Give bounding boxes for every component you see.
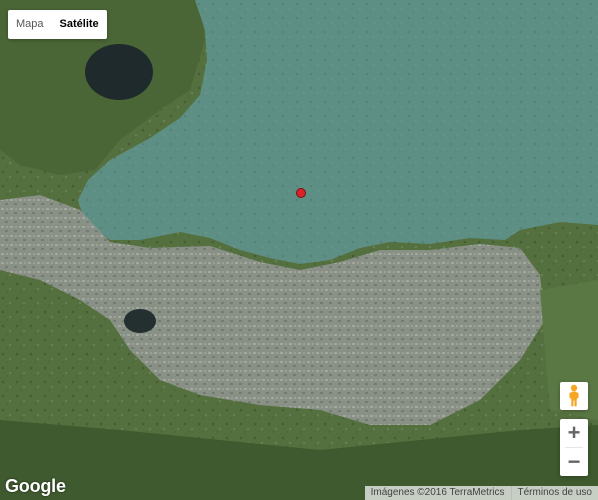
- attribution-bar: Imágenes ©2016 TerraMetrics Términos de …: [364, 486, 598, 500]
- terms-link[interactable]: Términos de uso: [511, 486, 598, 500]
- map-view[interactable]: Mapa Satélite + − Google Imágenes ©2016 …: [0, 0, 598, 500]
- crater-lake: [85, 44, 153, 100]
- imagery-attribution: Imágenes ©2016 TerraMetrics: [364, 486, 511, 500]
- street-view-control[interactable]: [560, 382, 588, 410]
- zoom-control: + −: [560, 419, 588, 476]
- satellite-imagery[interactable]: [0, 0, 598, 500]
- zoom-out-button[interactable]: −: [560, 448, 588, 476]
- google-logo: Google: [5, 476, 66, 496]
- location-marker[interactable]: [296, 188, 306, 198]
- map-type-control: Mapa Satélite: [8, 10, 107, 39]
- small-lagoon: [124, 309, 156, 333]
- zoom-in-button[interactable]: +: [560, 419, 588, 447]
- pegman-icon: [569, 384, 579, 407]
- map-type-map-button[interactable]: Mapa: [8, 10, 52, 39]
- map-type-satellite-button[interactable]: Satélite: [52, 10, 107, 39]
